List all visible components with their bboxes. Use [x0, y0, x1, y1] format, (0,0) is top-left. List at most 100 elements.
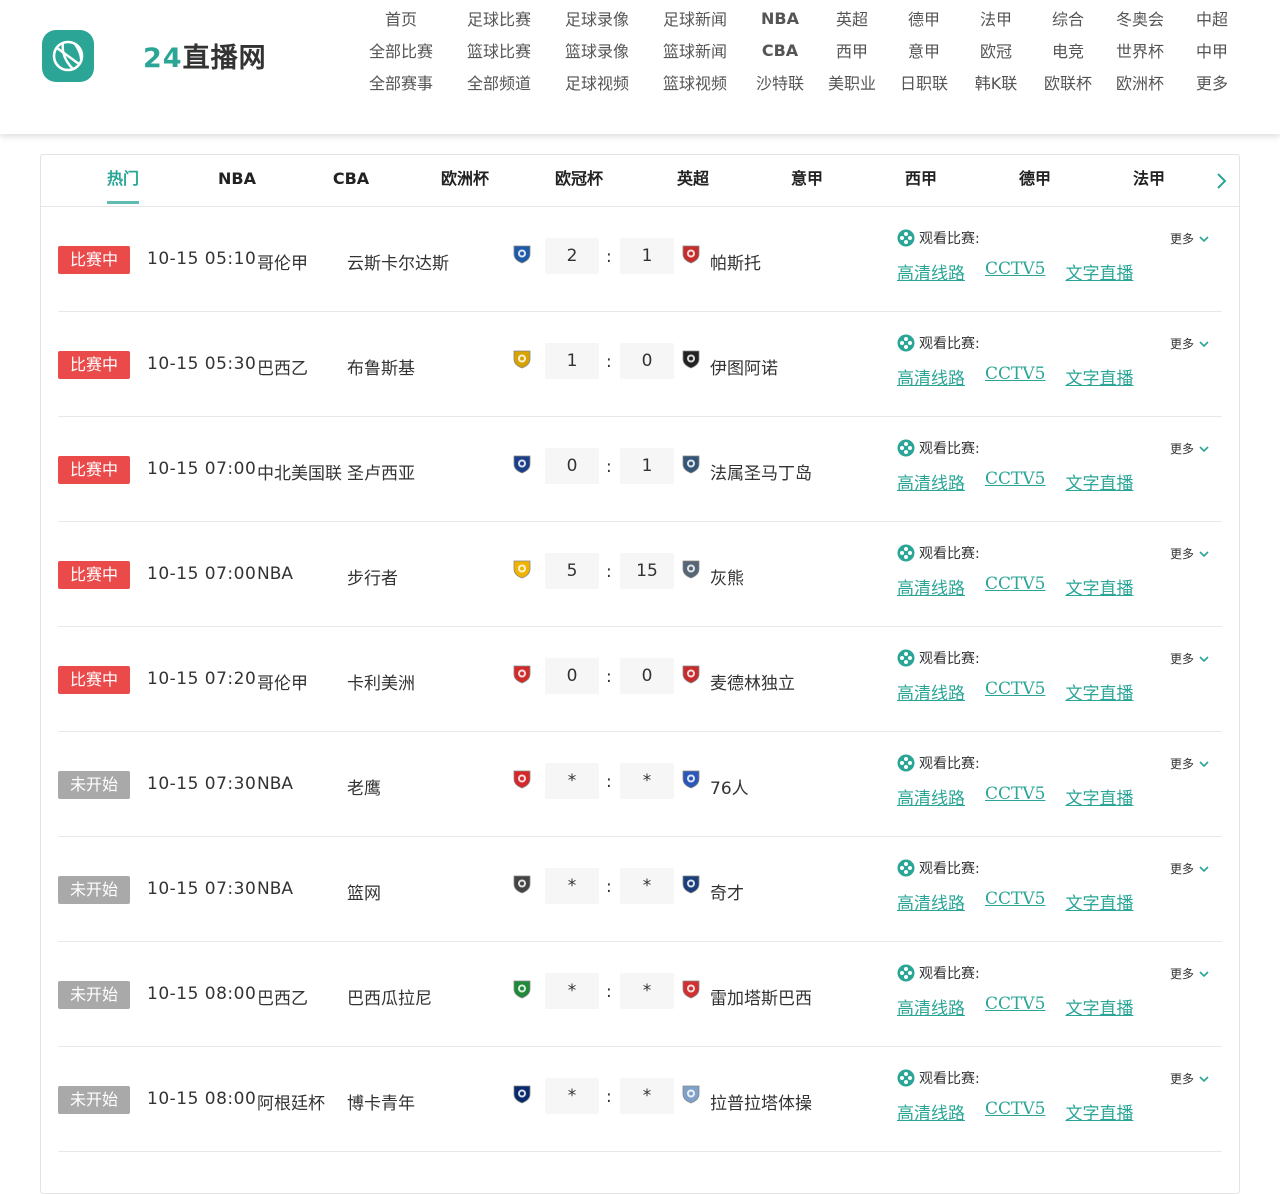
- nav-link[interactable]: 世界杯: [1104, 38, 1176, 62]
- tab-1[interactable]: NBA: [180, 155, 294, 207]
- home-team[interactable]: 篮网: [347, 879, 381, 904]
- match-row[interactable]: 未开始 10-15 07:30 NBA 老鹰 *: * 76人 观看比赛: 高清线路 CCTV5 文…: [58, 732, 1222, 837]
- league-name[interactable]: 哥伦甲: [257, 249, 308, 274]
- nav-link[interactable]: NBA: [744, 9, 816, 28]
- nav-link[interactable]: 足球录像: [548, 6, 646, 30]
- site-logo[interactable]: 24直播网: [143, 36, 267, 75]
- more-dropdown[interactable]: 更多: [1170, 545, 1210, 562]
- nav-link[interactable]: 德甲: [888, 6, 960, 30]
- stream-link[interactable]: 高清线路: [897, 1099, 965, 1124]
- nav-link[interactable]: 篮球比赛: [450, 38, 548, 62]
- league-name[interactable]: NBA: [257, 879, 293, 899]
- stream-link[interactable]: 文字直播: [1065, 469, 1133, 494]
- away-team[interactable]: 麦德林独立: [710, 669, 795, 694]
- nav-link[interactable]: 西甲: [816, 38, 888, 62]
- away-team[interactable]: 奇才: [710, 879, 744, 904]
- more-dropdown[interactable]: 更多: [1170, 440, 1210, 457]
- tab-5[interactable]: 英超: [636, 155, 750, 207]
- more-dropdown[interactable]: 更多: [1170, 230, 1210, 247]
- stream-link[interactable]: 高清线路: [897, 364, 965, 389]
- nav-link[interactable]: 欧冠: [960, 38, 1032, 62]
- more-dropdown[interactable]: 更多: [1170, 965, 1210, 982]
- nav-link[interactable]: 全部比赛: [352, 38, 450, 62]
- tab-3[interactable]: 欧洲杯: [408, 155, 522, 207]
- league-name[interactable]: 巴西乙: [257, 984, 308, 1009]
- match-row[interactable]: 比赛中 10-15 07:00 中北美国联 圣卢西亚 0:1 法属圣马丁岛 观看比赛: 高清线…: [58, 417, 1222, 522]
- nav-link[interactable]: 韩K联: [960, 70, 1032, 94]
- more-dropdown[interactable]: 更多: [1170, 650, 1210, 667]
- nav-link[interactable]: 篮球新闻: [646, 38, 744, 62]
- nav-link[interactable]: 中甲: [1176, 38, 1248, 62]
- tab-8[interactable]: 德甲: [978, 155, 1092, 207]
- home-team[interactable]: 云斯卡尔达斯: [347, 249, 449, 274]
- stream-link[interactable]: 文字直播: [1065, 889, 1133, 914]
- stream-link[interactable]: 文字直播: [1065, 364, 1133, 389]
- away-team[interactable]: 雷加塔斯巴西: [710, 984, 812, 1009]
- away-team[interactable]: 帕斯托: [710, 249, 761, 274]
- tab-6[interactable]: 意甲: [750, 155, 864, 207]
- league-name[interactable]: NBA: [257, 564, 293, 584]
- league-name[interactable]: 阿根廷杯: [257, 1089, 325, 1114]
- stream-link[interactable]: 高清线路: [897, 259, 965, 284]
- stream-link[interactable]: CCTV5: [985, 784, 1045, 809]
- more-dropdown[interactable]: 更多: [1170, 755, 1210, 772]
- stream-link[interactable]: 高清线路: [897, 784, 965, 809]
- stream-link[interactable]: 高清线路: [897, 469, 965, 494]
- stream-link[interactable]: 文字直播: [1065, 574, 1133, 599]
- nav-link[interactable]: 篮球录像: [548, 38, 646, 62]
- nav-link[interactable]: 中超: [1176, 6, 1248, 30]
- match-row[interactable]: 未开始 10-15 08:00 巴西乙 巴西瓜拉尼 *: * 雷加塔斯巴西 观看比赛: 高清线路…: [58, 942, 1222, 1047]
- home-team[interactable]: 博卡青年: [347, 1089, 415, 1114]
- stream-link[interactable]: 高清线路: [897, 889, 965, 914]
- away-team[interactable]: 拉普拉塔体操: [710, 1089, 812, 1114]
- home-team[interactable]: 步行者: [347, 564, 398, 589]
- tabs-next-arrow-icon[interactable]: [1211, 169, 1231, 193]
- stream-link[interactable]: CCTV5: [985, 469, 1045, 494]
- match-row[interactable]: 未开始 10-15 08:00 阿根廷杯 博卡青年 *: * 拉普拉塔体操 观看比赛: 高清线路…: [58, 1047, 1222, 1152]
- league-name[interactable]: 巴西乙: [257, 354, 308, 379]
- nav-link[interactable]: 欧洲杯: [1104, 70, 1176, 94]
- nav-link[interactable]: 更多: [1176, 70, 1248, 94]
- home-team[interactable]: 布鲁斯基: [347, 354, 415, 379]
- basketball-logo-icon[interactable]: [42, 30, 94, 82]
- stream-link[interactable]: 高清线路: [897, 679, 965, 704]
- nav-link[interactable]: 全部赛事: [352, 70, 450, 94]
- nav-link[interactable]: 电竞: [1032, 38, 1104, 62]
- tab-4[interactable]: 欧冠杯: [522, 155, 636, 207]
- nav-link[interactable]: 足球视频: [548, 70, 646, 94]
- stream-link[interactable]: 高清线路: [897, 574, 965, 599]
- tab-2[interactable]: CBA: [294, 155, 408, 207]
- league-name[interactable]: 哥伦甲: [257, 669, 308, 694]
- stream-link[interactable]: CCTV5: [985, 574, 1045, 599]
- away-team[interactable]: 灰熊: [710, 564, 744, 589]
- away-team[interactable]: 伊图阿诺: [710, 354, 778, 379]
- nav-link[interactable]: 美职业: [816, 70, 888, 94]
- nav-link[interactable]: CBA: [744, 41, 816, 60]
- tab-7[interactable]: 西甲: [864, 155, 978, 207]
- stream-link[interactable]: 文字直播: [1065, 784, 1133, 809]
- league-name[interactable]: 中北美国联: [257, 459, 342, 484]
- nav-link[interactable]: 欧联杯: [1032, 70, 1104, 94]
- stream-link[interactable]: CCTV5: [985, 1099, 1045, 1124]
- stream-link[interactable]: CCTV5: [985, 679, 1045, 704]
- stream-link[interactable]: CCTV5: [985, 994, 1045, 1019]
- match-row[interactable]: 比赛中 10-15 07:20 哥伦甲 卡利美洲 0:0 麦德林独立 观看比赛: 高清线路 CC…: [58, 627, 1222, 732]
- stream-link[interactable]: 文字直播: [1065, 1099, 1133, 1124]
- nav-link[interactable]: 全部频道: [450, 70, 548, 94]
- stream-link[interactable]: 文字直播: [1065, 259, 1133, 284]
- nav-link[interactable]: 沙特联: [744, 70, 816, 94]
- more-dropdown[interactable]: 更多: [1170, 1070, 1210, 1087]
- stream-link[interactable]: 高清线路: [897, 994, 965, 1019]
- nav-link[interactable]: 冬奥会: [1104, 6, 1176, 30]
- match-row[interactable]: 未开始 10-15 07:30 NBA 篮网 *: * 奇才 观看比赛: 高清线路 CCTV5 文字…: [58, 837, 1222, 942]
- stream-link[interactable]: CCTV5: [985, 364, 1045, 389]
- stream-link[interactable]: 文字直播: [1065, 679, 1133, 704]
- nav-link[interactable]: 综合: [1032, 6, 1104, 30]
- away-team[interactable]: 76人: [710, 774, 749, 799]
- nav-link[interactable]: 意甲: [888, 38, 960, 62]
- nav-link[interactable]: 法甲: [960, 6, 1032, 30]
- home-team[interactable]: 卡利美洲: [347, 669, 415, 694]
- match-row[interactable]: 比赛中 10-15 05:30 巴西乙 布鲁斯基 1:0 伊图阿诺 观看比赛: 高清线路 CCT…: [58, 312, 1222, 417]
- stream-link[interactable]: CCTV5: [985, 259, 1045, 284]
- stream-link[interactable]: 文字直播: [1065, 994, 1133, 1019]
